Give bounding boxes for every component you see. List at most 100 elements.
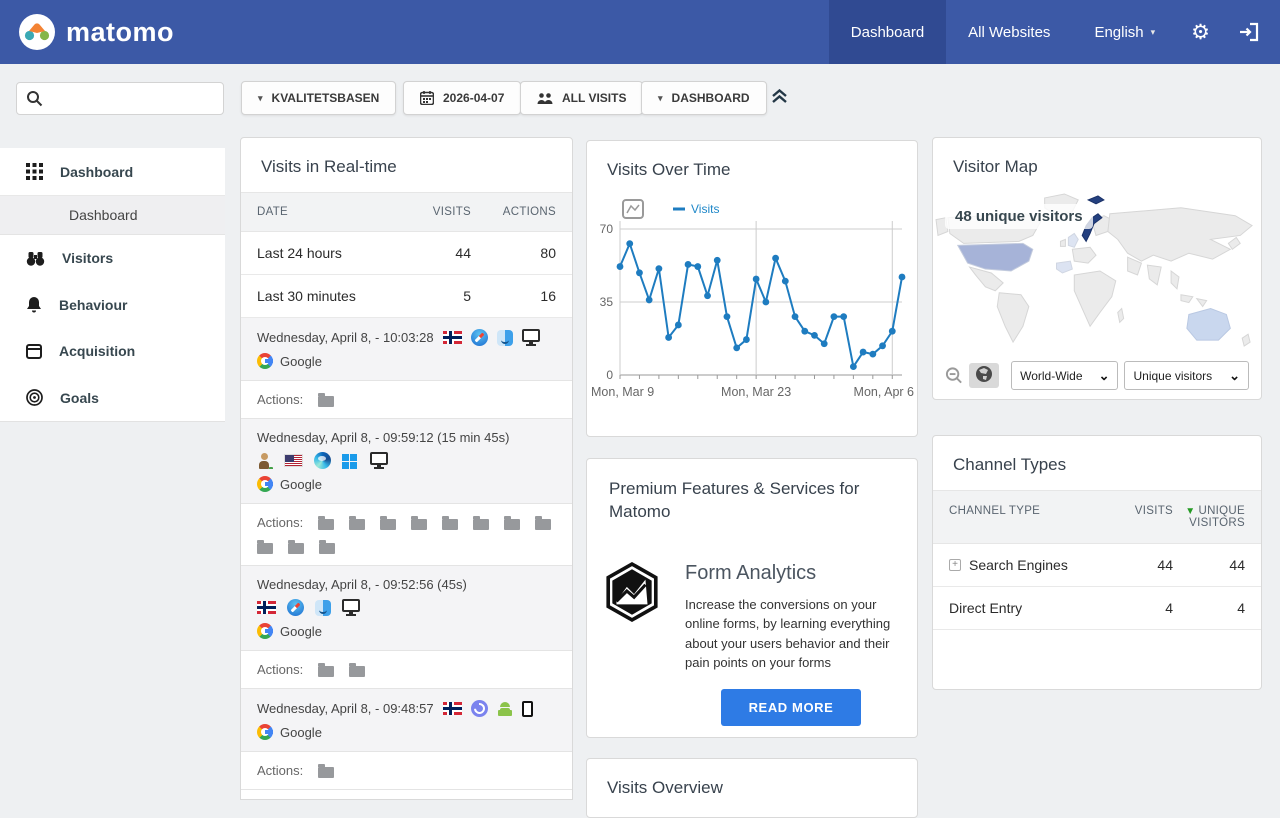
collapse-top-controls-button[interactable] xyxy=(771,88,788,109)
visit-icons xyxy=(257,452,388,469)
realtime-table-header: DATE VISITS ACTIONS xyxy=(241,192,572,232)
sidebar-item-label: Dashboard xyxy=(60,163,134,180)
actions-label: Actions: xyxy=(257,515,304,530)
visit-actions-row: Actions: xyxy=(241,381,572,419)
left-sidebar: Dashboard Dashboard Visitors Behaviour A… xyxy=(0,148,225,422)
visit-datetime: Wednesday, April 8, - 10:03:28 xyxy=(257,330,434,345)
search-field[interactable] xyxy=(43,91,214,106)
column-header-actions[interactable]: ACTIONS xyxy=(471,206,556,218)
folder-icon xyxy=(380,516,397,530)
table-row: Last 24 hours 44 80 xyxy=(241,232,572,275)
folder-icon xyxy=(535,516,552,530)
sidebar-item-visitors[interactable]: Visitors xyxy=(0,235,225,281)
sort-desc-icon: ▼ xyxy=(1185,506,1196,517)
matomo-logo-icon xyxy=(19,14,55,50)
binoculars-icon xyxy=(26,251,45,266)
desktop-icon xyxy=(342,599,360,616)
date-range-button[interactable]: 2026-04-07 xyxy=(403,81,522,115)
folder-icon xyxy=(318,516,335,530)
column-header-channel-type[interactable]: CHANNEL TYPE xyxy=(949,505,1113,517)
table-row: + Search Engines 44 44 xyxy=(933,544,1261,587)
svg-text:Visits: Visits xyxy=(691,202,719,216)
nav-tab-language[interactable]: English ▾ xyxy=(1072,0,1177,64)
folder-icon xyxy=(411,516,428,530)
row-visits: 5 xyxy=(463,288,471,304)
globe-icon xyxy=(976,366,993,382)
row-label: Last 30 minutes xyxy=(257,288,356,304)
sidebar-item-acquisition[interactable]: Acquisition xyxy=(0,328,225,374)
nav-tab-dashboard[interactable]: Dashboard xyxy=(828,0,947,64)
folder-icon xyxy=(442,516,459,530)
calendar-icon xyxy=(420,91,434,105)
target-icon xyxy=(26,389,43,406)
referrer-label: Google xyxy=(280,353,322,369)
table-row: Direct Entry 4 4 xyxy=(933,587,1261,630)
widget-title: Visits in Real-time xyxy=(261,157,397,176)
visit-icons xyxy=(442,329,540,346)
map-metric-select[interactable]: Unique visitors ⌄ xyxy=(1124,361,1250,390)
channel-label[interactable]: Direct Entry xyxy=(949,600,1022,616)
map-region-select[interactable]: World-Wide ⌄ xyxy=(1011,361,1119,390)
google-referrer-icon xyxy=(257,353,273,369)
map-country-svalbard xyxy=(1086,195,1105,205)
date-range-label: 2026-04-07 xyxy=(443,91,505,105)
sidebar-item-dashboard-category[interactable]: Dashboard xyxy=(0,148,225,196)
column-header-visits[interactable]: VISITS xyxy=(401,206,471,218)
form-analytics-logo-icon xyxy=(606,561,658,622)
google-referrer-icon xyxy=(257,623,273,639)
sidebar-item-dashboard-sub[interactable]: Dashboard xyxy=(0,196,225,235)
macos-icon xyxy=(315,599,331,616)
folder-icon xyxy=(318,663,335,677)
folder-icon xyxy=(257,540,273,554)
column-header-unique-visitors[interactable]: ▼ UNIQUE VISITORS xyxy=(1173,505,1245,529)
matomo-logo[interactable]: matomo xyxy=(18,13,174,51)
site-selector-button[interactable]: ▾ KVALITETSBASEN xyxy=(241,81,397,115)
visit-row: Wednesday, April 8, - 09:52:56 (45s) Goo… xyxy=(241,566,572,651)
widget-visits-in-real-time: Visits in Real-time DATE VISITS ACTIONS … xyxy=(240,137,573,800)
settings-gear-icon[interactable]: ⚙ xyxy=(1177,0,1224,64)
folder-icon xyxy=(473,516,490,530)
channel-unique-visitors: 44 xyxy=(1229,557,1245,573)
folder-icon xyxy=(318,393,335,407)
google-referrer-icon xyxy=(257,476,273,492)
search-icon xyxy=(27,91,43,107)
dashboard-selector-button[interactable]: ▾ DASHBOARD xyxy=(641,81,767,115)
row-visits: 44 xyxy=(455,245,471,261)
map-country-spain xyxy=(1056,260,1073,274)
sidebar-item-goals[interactable]: Goals xyxy=(0,374,225,421)
norway-flag-icon xyxy=(442,702,462,715)
column-header-visits[interactable]: VISITS xyxy=(1113,505,1173,517)
caret-down-icon: ▾ xyxy=(258,92,263,103)
sidebar-item-label: Behaviour xyxy=(59,296,128,313)
channel-label[interactable]: Search Engines xyxy=(969,557,1068,573)
column-header-date[interactable]: DATE xyxy=(257,206,401,218)
dashboard-selector-label: DASHBOARD xyxy=(671,91,750,105)
nav-tab-all-websites[interactable]: All Websites xyxy=(946,0,1072,64)
segment-selector-button[interactable]: ALL VISITS xyxy=(520,81,644,115)
folder-icon xyxy=(349,663,366,677)
row-label: Last 24 hours xyxy=(257,245,342,261)
chevron-down-icon: ⌄ xyxy=(1098,367,1110,383)
visit-actions-row: Actions: xyxy=(241,752,572,790)
visits-over-time-line-chart[interactable]: 0 35 70 Mon, Mar 9 Mon, Mar 23 Mon, Apr 6 Visi… xyxy=(590,197,914,411)
actions-label: Actions: xyxy=(257,763,304,778)
double-chevron-up-icon xyxy=(772,88,787,103)
zoom-out-icon[interactable] xyxy=(945,366,963,385)
caret-down-icon: ▾ xyxy=(658,92,663,103)
channel-visits: 44 xyxy=(1157,557,1173,573)
search-input[interactable] xyxy=(16,82,224,115)
widget-visitor-map: Visitor Map 48 unique visitors World-Wid… xyxy=(932,137,1262,400)
norway-flag-icon xyxy=(442,331,462,344)
sign-in-icon[interactable] xyxy=(1224,0,1280,64)
expand-row-icon[interactable]: + xyxy=(949,559,961,571)
widget-visits-overview: Visits Overview xyxy=(586,758,918,818)
read-more-button[interactable]: READ MORE xyxy=(720,688,862,726)
globe-view-button[interactable] xyxy=(969,363,1000,388)
safari-icon xyxy=(287,599,304,616)
android-icon xyxy=(497,701,513,717)
svg-text:0: 0 xyxy=(606,368,613,382)
map-region-value: World-Wide xyxy=(1020,368,1083,383)
svg-text:Mon, Apr 6: Mon, Apr 6 xyxy=(854,385,914,399)
sidebar-item-behaviour[interactable]: Behaviour xyxy=(0,281,225,328)
row-actions: 16 xyxy=(540,288,556,304)
